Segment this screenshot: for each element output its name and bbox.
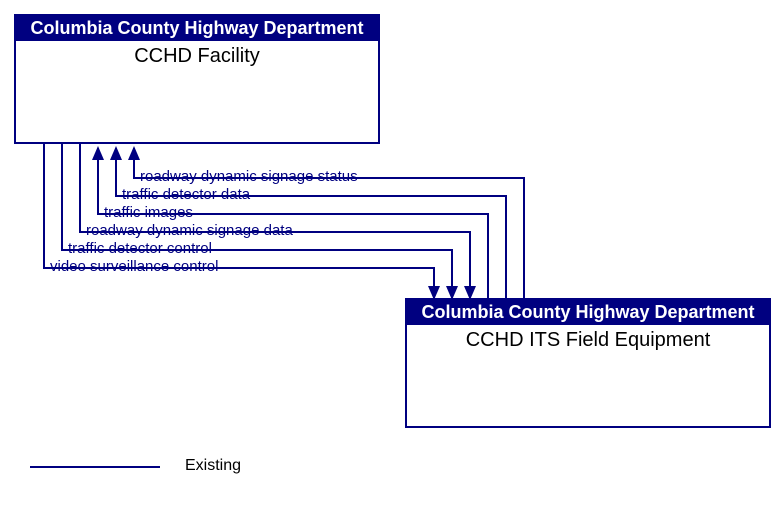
node-header: Columbia County Highway Department bbox=[407, 300, 769, 325]
flow-label: video surveillance control bbox=[50, 258, 218, 275]
node-header: Columbia County Highway Department bbox=[16, 16, 378, 41]
flow-label: traffic detector data bbox=[122, 186, 250, 203]
legend-label-existing: Existing bbox=[185, 457, 241, 475]
flow-label: roadway dynamic signage status bbox=[140, 168, 358, 185]
node-cchd-its-field-equipment: Columbia County Highway Department CCHD … bbox=[405, 298, 771, 428]
flow-label: traffic detector control bbox=[68, 240, 212, 257]
node-cchd-facility: Columbia County Highway Department CCHD … bbox=[14, 14, 380, 144]
legend-line-existing bbox=[30, 466, 160, 468]
node-body: CCHD ITS Field Equipment bbox=[407, 325, 769, 356]
flow-label: traffic images bbox=[104, 204, 193, 221]
flow-label: roadway dynamic signage data bbox=[86, 222, 293, 239]
node-body: CCHD Facility bbox=[16, 41, 378, 72]
